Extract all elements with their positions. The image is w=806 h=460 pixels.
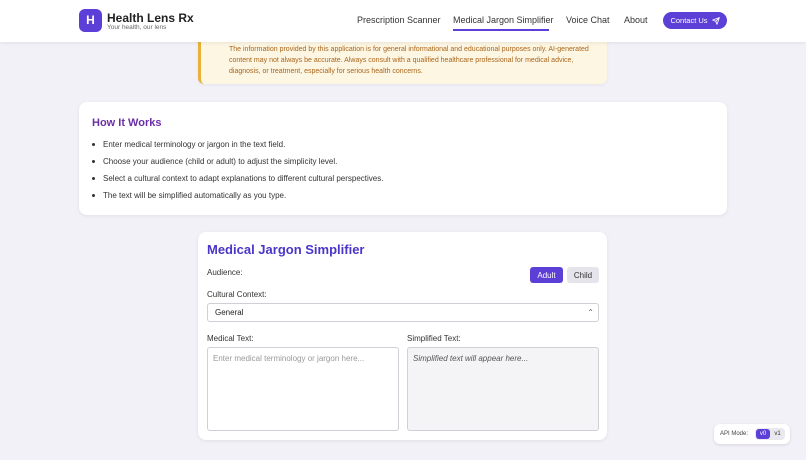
nav-medical-jargon-simplifier[interactable]: Medical Jargon Simplifier xyxy=(453,15,554,25)
nav-prescription-scanner[interactable]: Prescription Scanner xyxy=(357,15,441,25)
send-icon xyxy=(711,16,720,25)
how-it-works-card: How It Works Enter medical terminology o… xyxy=(79,102,727,215)
how-it-works-title: How It Works xyxy=(92,117,162,129)
api-v0-option[interactable]: v0 xyxy=(756,429,770,439)
audience-adult-button[interactable]: Adult xyxy=(530,267,563,283)
contact-us-label: Contact Us xyxy=(670,16,708,25)
medical-text-label: Medical Text: xyxy=(207,334,254,343)
list-item: Select a cultural context to adapt expla… xyxy=(91,174,383,191)
top-header: H Health Lens Rx Your health, our lens P… xyxy=(0,0,806,42)
nav-about[interactable]: About xyxy=(624,15,648,25)
cultural-context-value: General xyxy=(215,308,244,317)
brand-tagline: Your health, our lens xyxy=(107,24,167,31)
audience-child-button[interactable]: Child xyxy=(567,267,599,283)
simplifier-title: Medical Jargon Simplifier xyxy=(207,242,365,257)
brand-logo[interactable]: H xyxy=(79,9,102,32)
simplifier-card: Medical Jargon Simplifier Audience: Adul… xyxy=(198,232,607,440)
chevron-down-icon: ⌃ xyxy=(587,308,594,317)
simplified-text-output: Simplified text will appear here... xyxy=(407,347,599,431)
active-nav-indicator xyxy=(453,29,549,31)
audience-label: Audience: xyxy=(207,268,243,277)
disclaimer-text: The information provided by this applica… xyxy=(229,46,589,75)
contact-us-button[interactable]: Contact Us xyxy=(663,12,727,29)
brand-name[interactable]: Health Lens Rx xyxy=(107,11,194,25)
medical-text-input[interactable]: Enter medical terminology or jargon here… xyxy=(207,347,399,431)
api-mode-label: API Mode: xyxy=(720,431,749,437)
nav-voice-chat[interactable]: Voice Chat xyxy=(566,15,610,25)
api-mode-toggle: v0 v1 xyxy=(755,428,785,440)
api-mode-widget: API Mode: v0 v1 xyxy=(714,424,790,444)
list-item: The text will be simplified automaticall… xyxy=(91,191,383,208)
disclaimer-banner: The information provided by this applica… xyxy=(198,38,607,84)
list-item: Choose your audience (child or adult) to… xyxy=(91,157,383,174)
cultural-context-label: Cultural Context: xyxy=(207,290,267,299)
list-item: Enter medical terminology or jargon in t… xyxy=(91,140,383,157)
simplified-text-label: Simplified Text: xyxy=(407,334,461,343)
how-it-works-steps: Enter medical terminology or jargon in t… xyxy=(91,140,383,208)
api-v1-option[interactable]: v1 xyxy=(771,429,784,439)
cultural-context-select[interactable]: General ⌃ xyxy=(207,303,599,322)
